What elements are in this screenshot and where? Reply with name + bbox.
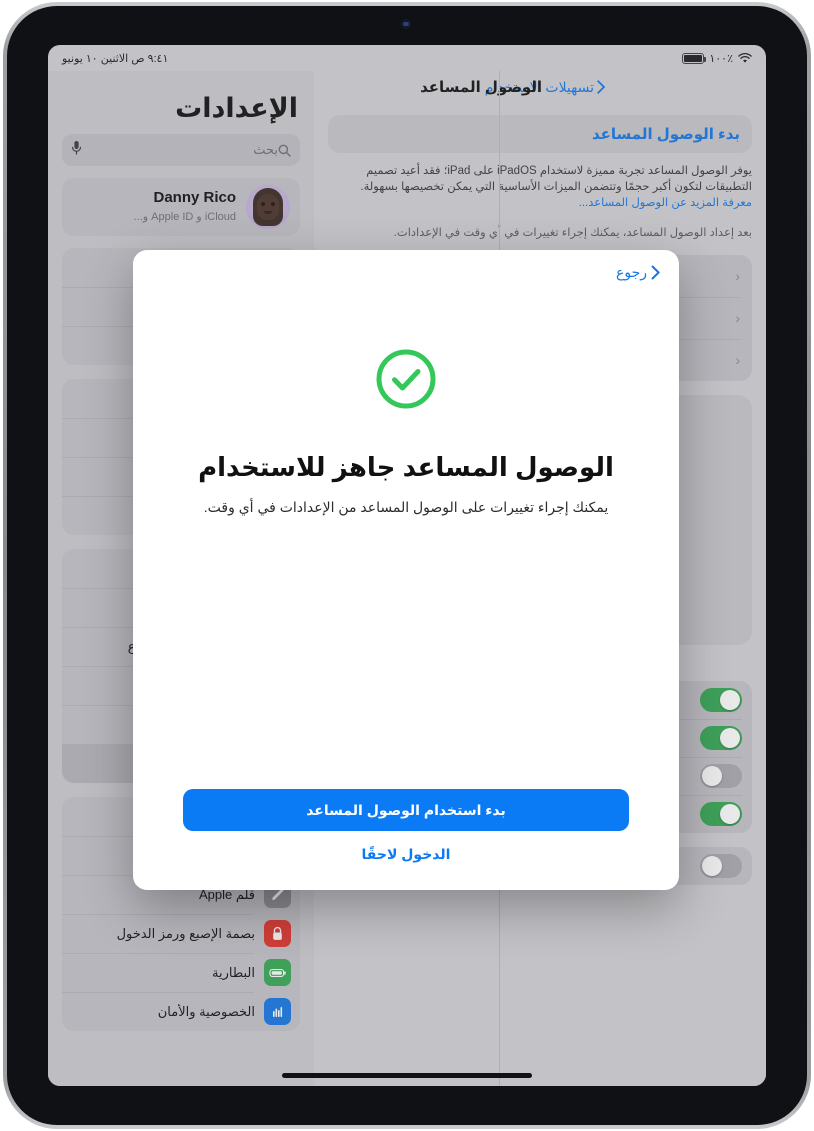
modal-title: الوصول المساعد جاهز للاستخدام	[198, 452, 614, 482]
front-camera-icon	[399, 17, 413, 31]
modal-subtitle: يمكنك إجراء تغييرات على الوصول المساعد م…	[203, 499, 609, 515]
start-using-assistive-access-button[interactable]: بدء استخدام الوصول المساعد	[183, 789, 629, 831]
checkmark-circle-icon	[375, 348, 437, 410]
chevron-back-icon	[651, 265, 660, 280]
modal-back-button[interactable]: رجوع	[616, 264, 661, 281]
modal-actions: بدء استخدام الوصول المساعد الدخول لاحقًا	[133, 789, 679, 890]
screen: ١٠٠٪ ٩:٤١ ص الاثنين ١٠ يونيو تسهيلات الا…	[48, 45, 766, 1086]
assistive-access-ready-modal: رجوع الوصول المساعد جاهز للاستخدام يمكنك…	[133, 250, 679, 890]
modal-content: الوصول المساعد جاهز للاستخدام يمكنك إجرا…	[133, 250, 679, 789]
home-indicator[interactable]	[282, 1073, 532, 1078]
ipad-device: ١٠٠٪ ٩:٤١ ص الاثنين ١٠ يونيو تسهيلات الا…	[0, 0, 814, 1131]
enter-later-button[interactable]: الدخول لاحقًا	[183, 845, 629, 864]
modal-back-label: رجوع	[615, 264, 647, 280]
